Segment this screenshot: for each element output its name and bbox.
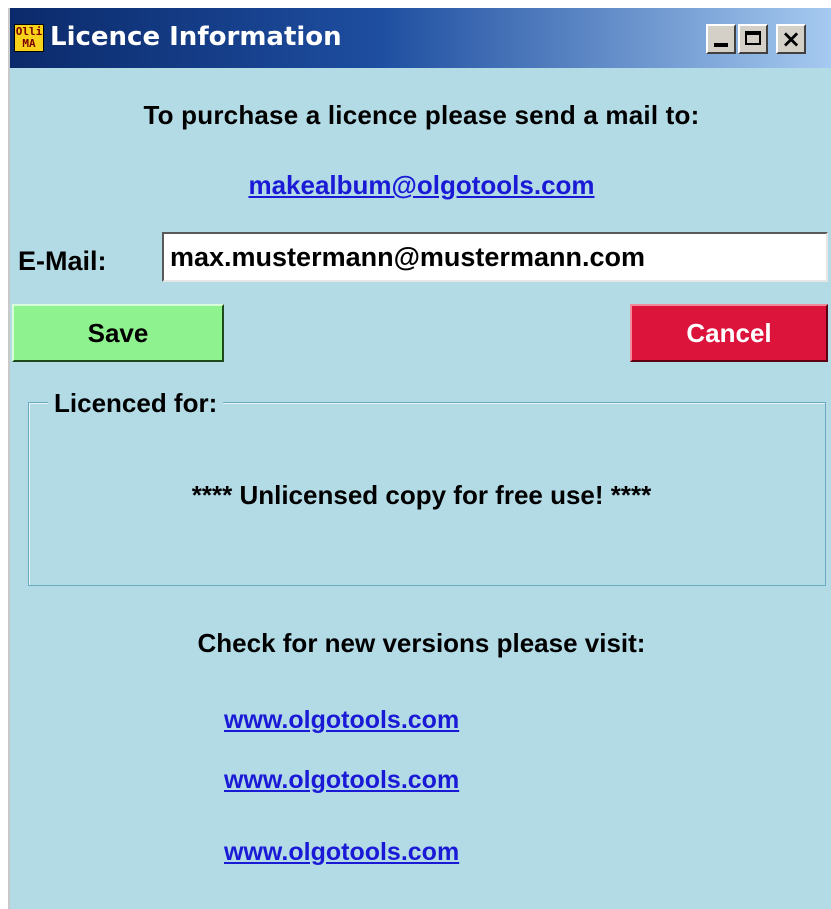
save-button[interactable]: Save	[12, 304, 224, 362]
close-icon: ×	[780, 25, 802, 53]
licence-group-legend: Licenced for:	[48, 388, 224, 419]
website-link-2[interactable]: www.olgotools.com	[224, 766, 459, 795]
licence-window: Olli MA Licence Information × To purchas…	[8, 8, 831, 909]
minimize-button[interactable]	[706, 24, 736, 54]
email-input[interactable]	[162, 232, 828, 282]
licence-status: **** Unlicensed copy for free use! ****	[191, 480, 652, 510]
window-title: Licence Information	[50, 22, 342, 52]
cancel-button[interactable]: Cancel	[630, 304, 828, 362]
maximize-button[interactable]	[738, 24, 768, 54]
close-button[interactable]: ×	[776, 24, 806, 54]
website-link-1[interactable]: www.olgotools.com	[224, 706, 459, 735]
title-bar[interactable]: Olli MA Licence Information ×	[10, 8, 831, 68]
website-link-3[interactable]: www.olgotools.com	[224, 838, 459, 867]
email-label: E-Mail:	[18, 246, 107, 276]
purchase-email-link[interactable]: makealbum@olgotools.com	[10, 170, 831, 201]
purchase-instructions: To purchase a licence please send a mail…	[143, 100, 700, 130]
app-icon-text-bottom: MA	[22, 37, 36, 50]
app-icon: Olli MA	[14, 24, 44, 52]
check-versions-text: Check for new versions please visit:	[197, 628, 646, 658]
minimize-icon	[714, 43, 728, 47]
maximize-icon	[745, 31, 761, 45]
